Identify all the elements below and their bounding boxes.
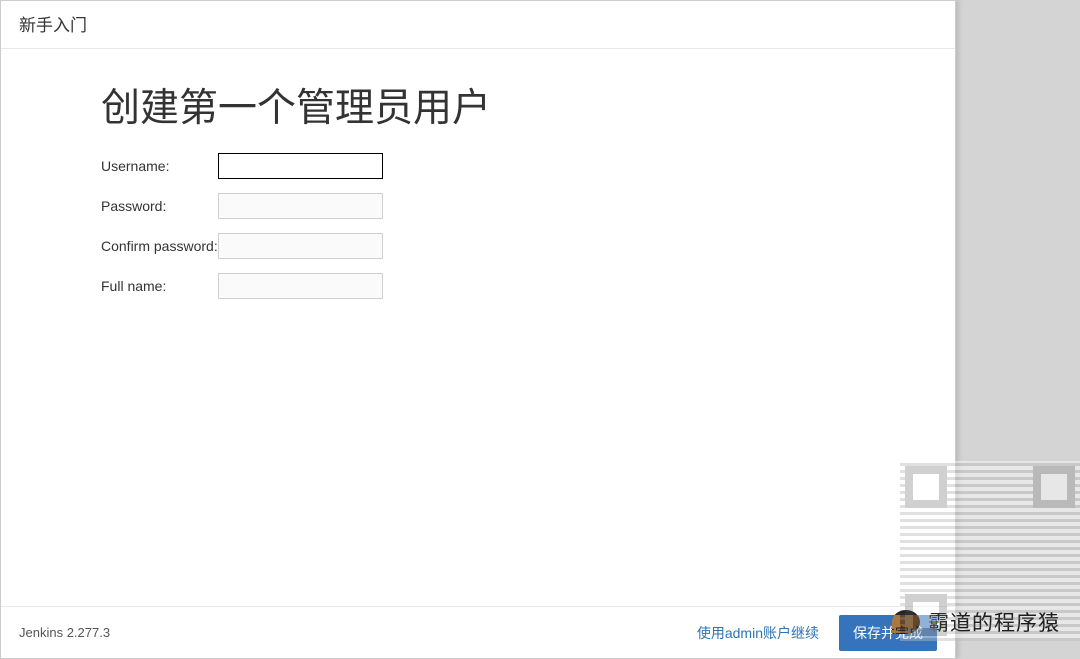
wizard-content: 创建第一个管理员用户 Username: Password: Confirm p… bbox=[1, 49, 955, 299]
username-label: Username: bbox=[101, 158, 218, 174]
confirm-password-input[interactable] bbox=[218, 233, 383, 259]
wizard-header: 新手入门 bbox=[1, 1, 955, 49]
page-title: 创建第一个管理员用户 bbox=[101, 77, 855, 133]
wizard-header-title: 新手入门 bbox=[19, 16, 87, 35]
setup-wizard-window: 新手入门 创建第一个管理员用户 Username: Password: Conf… bbox=[0, 0, 956, 659]
continue-as-admin-link[interactable]: 使用admin账户继续 bbox=[693, 617, 823, 649]
form-row-password: Password: bbox=[101, 193, 855, 219]
password-label: Password: bbox=[101, 198, 218, 214]
password-input[interactable] bbox=[218, 193, 383, 219]
confirm-password-label: Confirm password: bbox=[101, 238, 218, 254]
fullname-input[interactable] bbox=[218, 273, 383, 299]
form-row-username: Username: bbox=[101, 153, 855, 179]
form-row-fullname: Full name: bbox=[101, 273, 855, 299]
wizard-footer: Jenkins 2.277.3 使用admin账户继续 保存并完成 bbox=[1, 606, 955, 658]
fullname-label: Full name: bbox=[101, 278, 218, 294]
version-label: Jenkins 2.277.3 bbox=[19, 625, 693, 640]
footer-actions: 使用admin账户继续 保存并完成 bbox=[693, 615, 937, 651]
form-row-confirm: Confirm password: bbox=[101, 233, 855, 259]
username-input[interactable] bbox=[218, 153, 383, 179]
save-and-finish-button[interactable]: 保存并完成 bbox=[839, 615, 937, 651]
